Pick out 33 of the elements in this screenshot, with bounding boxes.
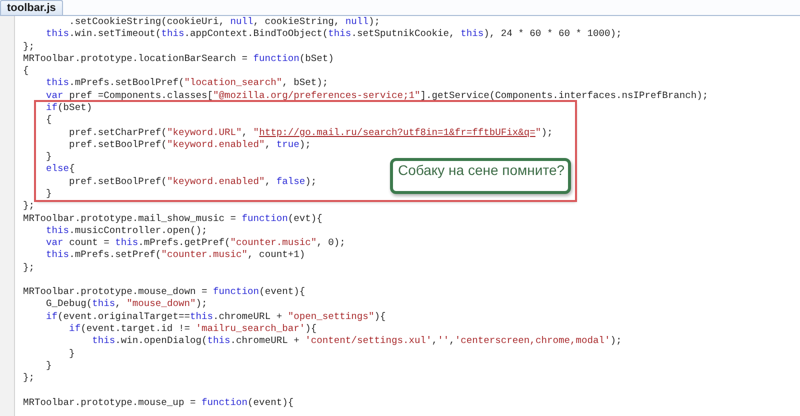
code-line: G_Debug(this, "mouse_down");: [45, 298, 208, 311]
url-link[interactable]: http://go.mail.ru/search?utf8in=1&fr=fftbUFix&q=: [259, 126, 536, 138]
code-line: }: [68, 348, 75, 360]
code-line: };: [23, 372, 35, 384]
code-line: this.win.openDialog(this.chromeURL + 'content/settings.xul','','centerscreen,chrome,modal');: [91, 335, 622, 348]
code-line: }: [45, 188, 52, 200]
code-line: if(bSet): [45, 102, 92, 114]
code-line: pref.setBoolPref("keyword.enabled", true);: [68, 138, 311, 152]
code-line: MRToolbar.prototype.mail_show_music = function(evt){: [23, 212, 322, 225]
code-line: if(event.originalTarget==this.chromeURL + "open_settings"){: [45, 310, 386, 324]
code-line: this.mPrefs.setBoolPref("location_search", bSet);: [45, 77, 328, 90]
code-line: };: [23, 262, 35, 274]
code-line: }: [45, 360, 52, 372]
code-line: {: [45, 114, 52, 127]
code-line: else{: [45, 163, 75, 176]
code-line: MRToolbar.prototype.mouse_down = function(event){: [23, 286, 306, 298]
code-line: MRToolbar.prototype.locationBarSearch = function(bSet): [23, 52, 334, 66]
code-line: .setCookieString(cookieUri, null, cookieString, null);: [68, 16, 380, 28]
code-line: var pref =Components.classes["@mozilla.org/preferences-service;1"].getService(Components.interfaces.nsIPrefBranch);: [45, 90, 708, 102]
code-line: {: [23, 65, 29, 78]
callout-note: Собаку на сене помните?: [390, 158, 571, 194]
code-line: }: [45, 151, 52, 164]
code-line: var count = this.mPrefs.getPref("counter.music", 0);: [45, 237, 346, 250]
code-line: };: [23, 200, 35, 212]
code-line: if(event.target.id != 'mailru_search_bar'){: [68, 323, 317, 336]
code-line: MRToolbar.prototype.mouse_up = function(event){: [23, 396, 294, 409]
code-line: this.win.setTimeout(this.appContext.BindToObject(this.setSputnikCookie, this), 24 * 60 * 60 * 1000);: [45, 28, 622, 41]
code-line: this.mPrefs.setPref("counter.music", count+1): [45, 249, 306, 262]
file-tab[interactable]: toolbar.js: [0, 0, 63, 15]
code-line: };: [23, 40, 35, 53]
code-line: pref.setBoolPref("keyword.enabled", false);: [68, 176, 317, 188]
code-line: this.musicController.open();: [45, 224, 208, 238]
code-line: pref.setCharPref("keyword.URL", "http://go.mail.ru/search?utf8in=1&fr=fftbUFix&q=");: [68, 126, 553, 139]
